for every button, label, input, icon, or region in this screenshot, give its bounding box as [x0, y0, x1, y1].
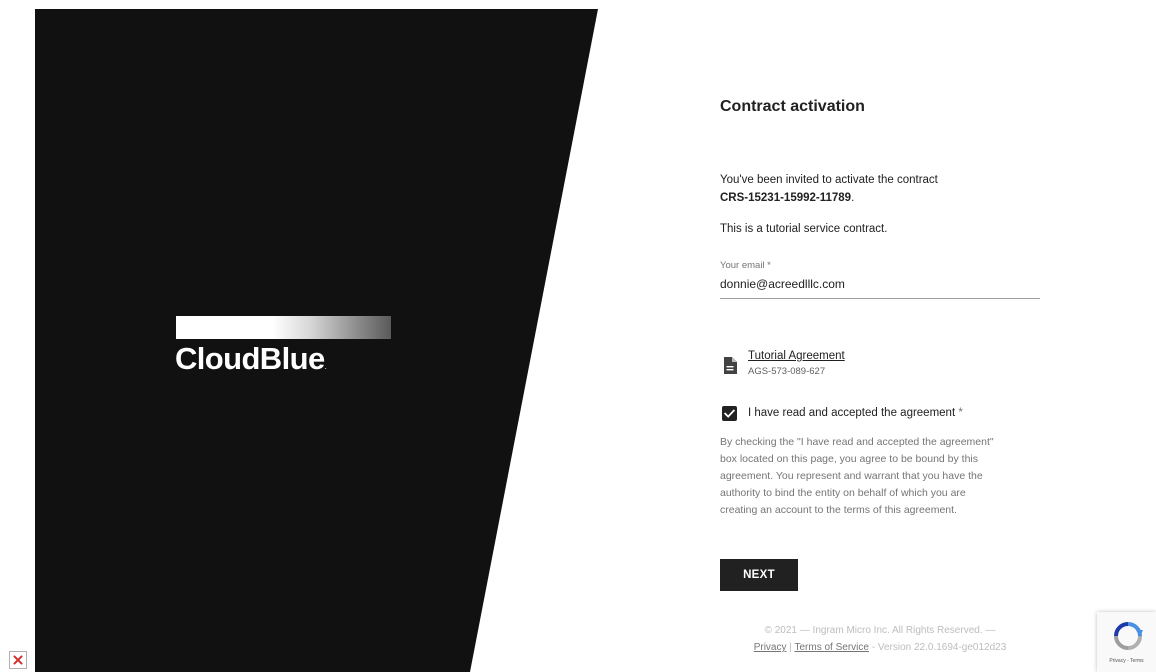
accept-agreement-row: I have read and accepted the agreement * [720, 405, 1040, 423]
copyright-text: © 2021 — Ingram Micro Inc. All Rights Re… [764, 625, 996, 636]
broken-image-icon [9, 651, 27, 669]
legal-line: creating an account to the terms of this… [720, 504, 957, 516]
recaptcha-badge[interactable]: Privacy - Terms [1097, 612, 1156, 672]
tutorial-text: This is a tutorial service contract. [720, 223, 888, 235]
recaptcha-icon [1114, 622, 1143, 650]
legal-line: By checking the "I have read and accepte… [720, 436, 994, 448]
terms-link[interactable]: Terms of Service [794, 642, 868, 653]
legal-line: box located on this page, you agree to b… [720, 453, 979, 465]
contract-id-line: CRS-15231-15992-11789. [720, 189, 938, 207]
footer: © 2021 — Ingram Micro Inc. All Rights Re… [720, 622, 1040, 656]
next-button[interactable]: NEXT [720, 559, 798, 591]
accept-label: I have read and accepted the agreement * [748, 407, 963, 419]
cloudblue-logo: CloudBlue. [175, 341, 327, 377]
legal-text: By checking the "I have read and accepte… [720, 434, 1040, 519]
recaptcha-text: Privacy - Terms [1109, 658, 1144, 664]
accept-checkbox[interactable] [722, 406, 737, 421]
legal-line: authority to bind the entity on behalf o… [720, 487, 966, 499]
hero-background [35, 9, 598, 672]
accept-label-text: I have read and accepted the agreement [748, 407, 956, 419]
contract-id-suffix: . [851, 192, 855, 204]
version-text: - Version 22.0.1694-ge012d23 [871, 642, 1007, 653]
agreement-id: AGS-573-089-627 [748, 366, 826, 377]
checkmark-icon [723, 409, 736, 418]
invite-text: You've been invited to activate the cont… [720, 174, 938, 186]
contract-activation-page: CloudBlue. Contract activation You've be… [0, 0, 1156, 672]
footer-links: Privacy | Terms of Service - Version 22.… [720, 639, 1040, 656]
email-field[interactable]: donnie@acreedlllc.com [720, 277, 1040, 299]
page-title: Contract activation [720, 98, 865, 115]
required-mark: * [958, 407, 963, 419]
legal-line: agreement. You represent and warrant tha… [720, 470, 983, 482]
contract-id: CRS-15231-15992-11789 [720, 192, 852, 204]
privacy-link[interactable]: Privacy [754, 642, 787, 653]
logo-gradient-bar [176, 316, 391, 339]
agreement-item: Tutorial Agreement AGS-573-089-627 [720, 348, 1040, 378]
footer-separator: | [789, 642, 792, 653]
document-icon [724, 357, 737, 374]
logo-wordmark: CloudBlue [175, 341, 325, 376]
agreement-link[interactable]: Tutorial Agreement [748, 350, 845, 362]
logo-mark: . [324, 362, 327, 371]
invite-message: You've been invited to activate the cont… [720, 171, 938, 207]
email-label: Your email * [720, 260, 771, 271]
